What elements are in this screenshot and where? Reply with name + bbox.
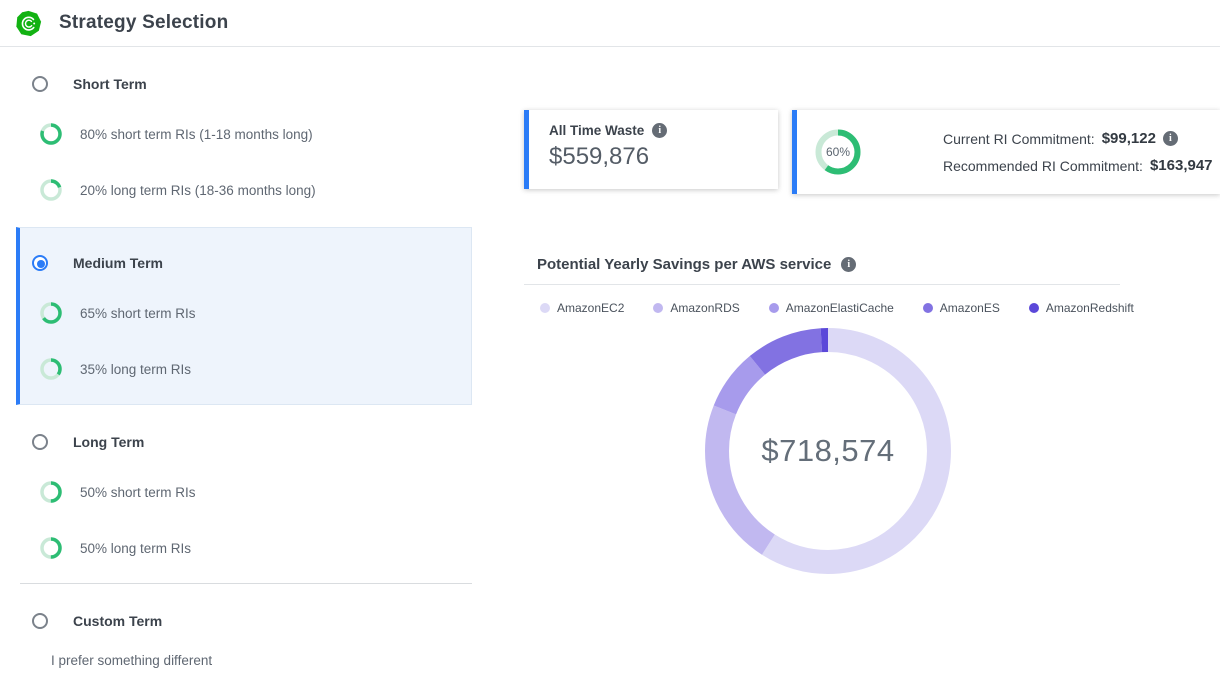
progress-ring-icon — [40, 537, 62, 559]
option-label: 65% short term RIs — [80, 306, 196, 321]
waste-card-label: All Time Waste — [549, 123, 644, 138]
strategy-option: 80% short term RIs (1-18 months long) — [40, 123, 313, 145]
strategy-option: 50% long term RIs — [40, 537, 191, 559]
legend-dot — [923, 303, 933, 313]
strategy-selection-page: Strategy Selection Short Term 80% short … — [0, 0, 1220, 691]
strategy-short-term[interactable]: Short Term — [32, 76, 147, 92]
legend-item-amazones[interactable]: AmazonES — [923, 301, 1000, 315]
savings-donut-chart[interactable]: $718,574 — [703, 326, 953, 576]
all-time-waste-card: All Time Waste i $559,876 — [524, 110, 778, 189]
legend-label: AmazonRedshift — [1046, 301, 1134, 315]
progress-ring-icon — [40, 179, 62, 201]
progress-ring-icon — [40, 123, 62, 145]
legend-label: AmazonRDS — [670, 301, 739, 315]
strategy-label: Short Term — [73, 76, 147, 92]
chart-divider — [524, 284, 1120, 285]
info-icon[interactable]: i — [1163, 131, 1178, 146]
radio-medium-term[interactable] — [32, 255, 48, 271]
legend-item-amazonelasticache[interactable]: AmazonElastiCache — [769, 301, 894, 315]
legend-dot — [1029, 303, 1039, 313]
strategy-list: Short Term 80% short term RIs (1-18 mont… — [20, 47, 472, 691]
strategy-option: 35% long term RIs — [40, 358, 191, 380]
radio-long-term[interactable] — [32, 434, 48, 450]
recommended-commitment-label: Recommended RI Commitment: — [943, 158, 1143, 174]
option-label: 50% short term RIs — [80, 485, 196, 500]
ri-commitment-card: 60% Current RI Commitment: $99,122 i Rec… — [792, 110, 1220, 194]
legend-label: AmazonElastiCache — [786, 301, 894, 315]
strategy-medium-term[interactable]: Medium Term — [32, 255, 163, 271]
current-commitment-label: Current RI Commitment: — [943, 131, 1095, 147]
recommended-commitment-value: $163,947 — [1150, 157, 1213, 174]
chart-legend: AmazonEC2 AmazonRDS AmazonElastiCache Am… — [540, 301, 1120, 315]
section-divider — [20, 583, 472, 584]
commitment-gauge: 60% — [815, 129, 861, 175]
legend-item-amazonredshift[interactable]: AmazonRedshift — [1029, 301, 1134, 315]
current-commitment-row: Current RI Commitment: $99,122 i — [943, 130, 1220, 147]
strategy-label: Custom Term — [73, 613, 162, 629]
legend-label: AmazonES — [940, 301, 1000, 315]
option-label: 50% long term RIs — [80, 541, 191, 556]
savings-chart-title: Potential Yearly Savings per AWS service — [537, 256, 831, 273]
info-icon[interactable]: i — [841, 257, 856, 272]
strategy-option: 65% short term RIs — [40, 302, 196, 324]
option-label: 35% long term RIs — [80, 362, 191, 377]
strategy-custom-term[interactable]: Custom Term — [32, 613, 162, 629]
page-title: Strategy Selection — [59, 12, 228, 34]
radio-short-term[interactable] — [32, 76, 48, 92]
legend-dot — [769, 303, 779, 313]
savings-chart-header: Potential Yearly Savings per AWS service… — [537, 256, 856, 273]
legend-dot — [653, 303, 663, 313]
strategy-label: Medium Term — [73, 255, 163, 271]
legend-label: AmazonEC2 — [557, 301, 624, 315]
custom-term-description: I prefer something different — [51, 653, 212, 668]
waste-card-value: $559,876 — [549, 143, 778, 171]
recommended-commitment-row: Recommended RI Commitment: $163,947 i — [943, 157, 1220, 174]
current-commitment-value: $99,122 — [1102, 130, 1156, 147]
strategy-label: Long Term — [73, 434, 144, 450]
progress-ring-icon — [40, 302, 62, 324]
gauge-percent-label: 60% — [815, 129, 861, 175]
info-icon[interactable]: i — [652, 123, 667, 138]
donut-center-total: $718,574 — [703, 326, 953, 576]
option-label: 80% short term RIs (1-18 months long) — [80, 127, 313, 142]
legend-item-amazonrds[interactable]: AmazonRDS — [653, 301, 739, 315]
strategy-option: 20% long term RIs (18-36 months long) — [40, 179, 316, 201]
strategy-long-term[interactable]: Long Term — [32, 434, 144, 450]
page-header: Strategy Selection — [0, 0, 1220, 47]
progress-ring-icon — [40, 358, 62, 380]
option-label: 20% long term RIs (18-36 months long) — [80, 183, 316, 198]
legend-item-amazonec2[interactable]: AmazonEC2 — [540, 301, 624, 315]
brand-logo-icon — [15, 10, 42, 37]
strategy-option: 50% short term RIs — [40, 481, 196, 503]
progress-ring-icon — [40, 481, 62, 503]
legend-dot — [540, 303, 550, 313]
radio-custom-term[interactable] — [32, 613, 48, 629]
